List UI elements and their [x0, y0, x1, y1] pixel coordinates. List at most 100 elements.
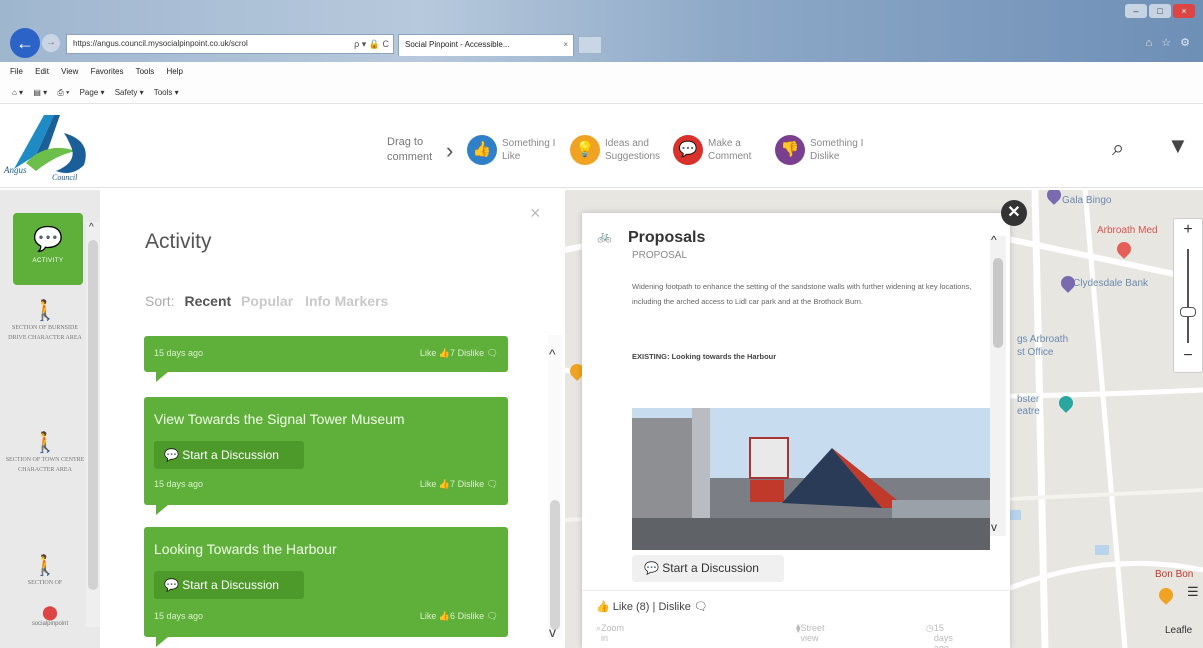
activity-card[interactable]: 15 days ago Like 👍7 Dislike 🗨 [144, 336, 508, 382]
zoom-slider-track[interactable] [1187, 249, 1189, 343]
menu-file[interactable]: File [10, 67, 23, 76]
marker-something-i-dislike[interactable]: 👎 Something I Dislike [775, 135, 870, 165]
close-panel-icon[interactable]: × [530, 203, 541, 224]
map-label-theatre-2[interactable]: eatre [1017, 406, 1040, 417]
nav-item-burnside-drive[interactable]: 🚶 SECTION OF BURNSIDE DRIVE CHARACTER AR… [4, 298, 86, 343]
start-discussion-button[interactable]: 💬 Start a Discussion [154, 571, 304, 599]
sort-recent[interactable]: Recent [184, 293, 231, 309]
map-label-bon-bon[interactable]: Bon Bon [1155, 569, 1193, 580]
popup-start-discussion-button[interactable]: 💬 Start a Discussion [632, 555, 784, 582]
sort-row: Sort: Recent Popular Info Markers [145, 293, 396, 309]
maximize-button[interactable]: □ [1149, 4, 1171, 18]
map-label-gala-bingo[interactable]: Gala Bingo [1062, 195, 1111, 206]
zoom-in-label: Zoom in [601, 623, 625, 643]
activity-card[interactable]: Looking Towards the Harbour 💬 Start a Di… [144, 527, 508, 647]
harbour-photo[interactable] [632, 408, 990, 550]
browser-tab[interactable]: Social Pinpoint - Accessible... × [398, 34, 574, 56]
menu-help[interactable]: Help [167, 67, 183, 76]
back-button[interactable]: ← [10, 28, 40, 58]
sort-info-markers[interactable]: Info Markers [305, 293, 388, 309]
home-icon[interactable]: ⌂ ▾ [12, 88, 23, 97]
nav-scroll-up-icon[interactable]: ^ [89, 222, 94, 233]
close-window-button[interactable]: × [1173, 4, 1195, 18]
menu-bar: File Edit View Favorites Tools Help [0, 62, 1203, 82]
marker-something-i-like[interactable]: 👍 Something I Like [467, 135, 562, 165]
menu-view[interactable]: View [61, 67, 78, 76]
menu-favorites[interactable]: Favorites [91, 67, 124, 76]
popup-category: PROPOSAL [632, 250, 688, 261]
zoom-control: + − [1173, 218, 1203, 373]
walking-person-icon: 🚶 [32, 555, 58, 577]
social-pinpoint-brand[interactable]: ⬤ socialpinpoint [20, 604, 80, 627]
zoom-slider-handle[interactable] [1180, 307, 1196, 317]
card-title[interactable]: View Towards the Signal Tower Museum [154, 411, 405, 427]
forward-button[interactable]: → [42, 34, 60, 52]
list-view-icon[interactable]: ☰ [1187, 584, 1199, 600]
nav-scrollbar-thumb[interactable] [88, 240, 98, 590]
leaflet-attribution[interactable]: Leafle [1165, 625, 1192, 636]
card-likes[interactable]: Like 👍7 Dislike 🗨 [420, 348, 498, 359]
button-label: Start a Discussion [662, 561, 759, 575]
card-title[interactable]: Looking Towards the Harbour [154, 541, 337, 557]
zoom-in-link[interactable]: ⌕ Zoom in [596, 623, 624, 643]
popup-scroll-up-icon[interactable]: ^ [991, 233, 997, 247]
angus-council-logo[interactable] [6, 111, 96, 187]
minimize-button[interactable]: – [1125, 4, 1147, 18]
menu-edit[interactable]: Edit [35, 67, 49, 76]
popup-existing-caption: EXISTING: Looking towards the Harbour [632, 352, 777, 361]
nav-item-activity[interactable]: 💬 ACTIVITY [13, 213, 83, 285]
cmd-page[interactable]: Page ▾ [80, 88, 105, 97]
map-label-theatre[interactable]: bster [1017, 394, 1039, 405]
nav-item-label: SECTION OF TOWN CENTRE CHARACTER AREA [5, 457, 85, 473]
close-popup-button[interactable]: ✕ [1001, 200, 1027, 226]
street-view-link[interactable]: ⧫ Street view [796, 623, 824, 643]
filter-icon[interactable]: ▼ [1167, 133, 1189, 159]
start-discussion-button[interactable]: 💬 Start a Discussion [154, 441, 304, 469]
dislike-link[interactable]: Dislike [658, 601, 690, 613]
marker-ideas-and-suggestions[interactable]: 💡 Ideas and Suggestions [570, 135, 665, 165]
cmd-safety[interactable]: Safety ▾ [115, 88, 144, 97]
address-bar[interactable]: https://angus.council.mysocialpinpoint.c… [66, 34, 394, 54]
popup-scrollbar-thumb[interactable] [993, 258, 1003, 348]
search-icon[interactable]: ⌕ [1112, 135, 1124, 161]
map-label-clydesdale-bank[interactable]: Clydesdale Bank [1073, 278, 1148, 289]
zoom-out-button[interactable]: − [1174, 347, 1202, 365]
activity-card[interactable]: View Towards the Signal Tower Museum 💬 S… [144, 397, 508, 515]
address-tools[interactable]: ρ ▾ 🔒 C [354, 35, 389, 53]
scroll-up-icon[interactable]: ^ [549, 346, 556, 362]
zoom-in-button[interactable]: + [1174, 221, 1202, 239]
popup-description: Widening footpath to enhance the setting… [632, 282, 972, 306]
cmd-tools[interactable]: Tools ▾ [154, 88, 179, 97]
popup-title: Proposals [628, 229, 706, 246]
bicycle-icon: 🚲 [597, 229, 612, 243]
tab-close-icon[interactable]: × [563, 35, 568, 55]
command-bar: ⌂ ▾ ▤ ▾ ⎙ ▾ Page ▾ Safety ▾ Tools ▾ [0, 82, 1203, 104]
brand-label: socialpinpoint [31, 621, 69, 627]
like-link[interactable]: Like (8) [613, 601, 650, 613]
map-label-arbroath[interactable]: gs Arbroath [1017, 334, 1068, 345]
url-text[interactable]: https://angus.council.mysocialpinpoint.c… [73, 39, 248, 48]
card-likes[interactable]: Like 👍6 Dislike 🗨 [420, 611, 498, 622]
thumbs-up-icon: 👍 [467, 135, 497, 165]
menu-tools[interactable]: Tools [136, 67, 155, 76]
activity-scrollbar-thumb[interactable] [550, 500, 560, 630]
site-header: Angus Council Drag to comment › 👍 Someth… [0, 105, 1203, 188]
card-likes[interactable]: Like 👍7 Dislike 🗨 [420, 479, 498, 490]
feeds-icon[interactable]: ▤ ▾ [33, 88, 47, 97]
browser-toolbar-icons[interactable]: ⌂ ☆ ⚙ [1146, 36, 1193, 49]
new-tab-button[interactable] [578, 36, 602, 54]
sort-popular[interactable]: Popular [241, 293, 293, 309]
print-icon[interactable]: ⎙ ▾ [57, 88, 69, 97]
lightbulb-icon: 💡 [570, 135, 600, 165]
marker-make-a-comment[interactable]: 💬 Make a Comment [673, 135, 768, 165]
map-label-post-office[interactable]: st Office [1017, 347, 1054, 358]
scroll-down-icon[interactable]: v [549, 624, 556, 640]
popup-scroll-down-icon[interactable]: v [991, 520, 997, 534]
nav-item-label: SECTION OF [27, 580, 63, 586]
nav-item-town-centre[interactable]: 🚶 SECTION OF TOWN CENTRE CHARACTER AREA [4, 430, 86, 475]
nav-item-section[interactable]: 🚶 SECTION OF [4, 553, 86, 588]
thumbs-up-icon[interactable]: 👍 [596, 601, 610, 613]
chevron-right-icon: › [446, 138, 454, 163]
map-label-arbroath-med[interactable]: Arbroath Med [1097, 225, 1158, 236]
dislike-icon[interactable]: 🗨 [694, 601, 708, 613]
